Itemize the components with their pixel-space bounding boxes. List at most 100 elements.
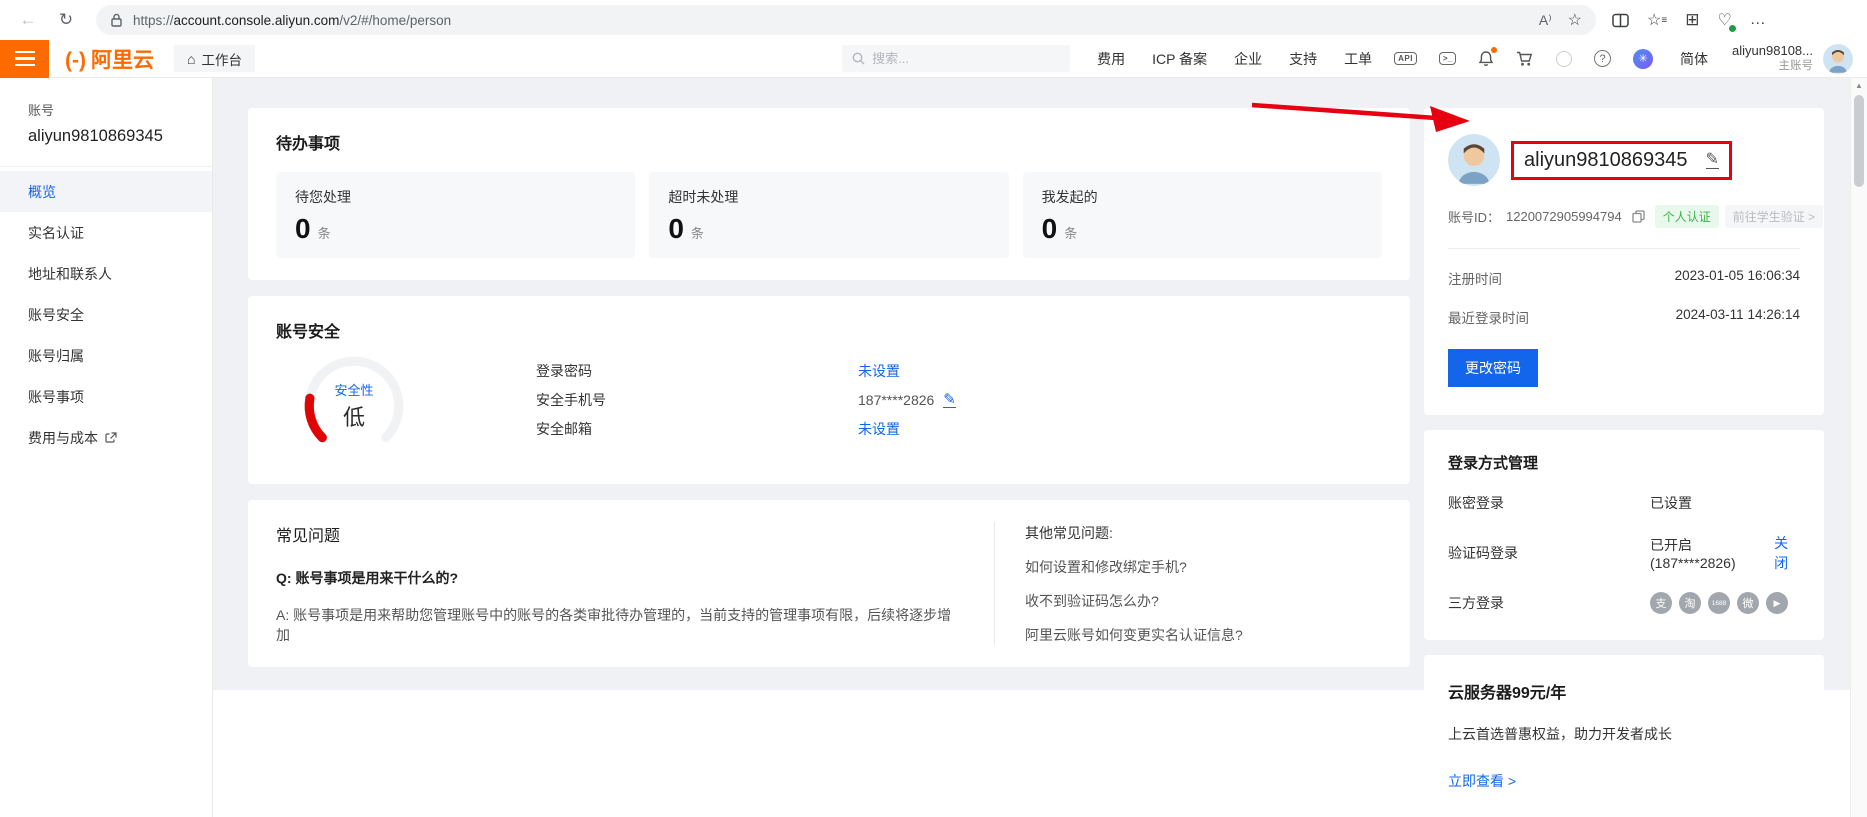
profile-divider	[1448, 248, 1800, 249]
collections-icon[interactable]: ⊞	[1685, 10, 1699, 30]
sidebar-group-label: 账号	[0, 100, 212, 119]
nav-account[interactable]: aliyun98108... 主账号	[1732, 43, 1813, 74]
alipay-icon[interactable]: 支	[1650, 592, 1672, 614]
nav-item-enterprise[interactable]: 企业	[1234, 49, 1262, 69]
nav-account-name: aliyun98108...	[1732, 43, 1813, 59]
page-scrollbar[interactable]: ▲	[1850, 78, 1867, 817]
aliyun-logo-mark: (-)	[65, 49, 86, 73]
login-row-thirdparty: 三方登录 支 淘 1688 微 ▶	[1448, 592, 1800, 614]
nav-item-ticket[interactable]: 工单	[1344, 49, 1372, 69]
app-body: 账号 aliyun9810869345 概览 实名认证 地址和联系人 账号安全 …	[0, 78, 1867, 817]
todo-count: 0	[295, 213, 311, 245]
security-row-password: 登录密码 未设置	[536, 356, 956, 385]
hamburger-menu-icon[interactable]	[0, 40, 49, 78]
login-row-smscode: 验证码登录 已开启(187****2826) 关闭	[1448, 533, 1800, 573]
change-password-button[interactable]: 更改密码	[1448, 349, 1538, 387]
read-aloud-icon[interactable]: A⁾	[1539, 12, 1552, 29]
workbench-button[interactable]: ⌂ 工作台	[174, 45, 255, 72]
sidebar-account-name: aliyun9810869345	[0, 119, 212, 166]
sidebar-item-matters[interactable]: 账号事项	[0, 376, 212, 417]
lock-icon	[110, 13, 123, 27]
aliyun-logo-text: 阿里云	[91, 44, 154, 74]
1688-icon[interactable]: 1688	[1708, 592, 1730, 614]
todo-card-overdue[interactable]: 超时未处理 0条	[649, 172, 1008, 258]
search-icon	[852, 52, 865, 65]
search-input[interactable]	[872, 51, 1042, 66]
annotation-box: aliyun9810869345 ✎	[1511, 141, 1732, 180]
profile-avatar[interactable]	[1448, 134, 1500, 186]
external-link-icon	[105, 432, 117, 444]
edit-name-icon[interactable]: ✎	[1706, 152, 1719, 169]
edit-phone-icon[interactable]: ✎	[943, 392, 956, 408]
back-icon[interactable]: ←	[14, 6, 42, 34]
last-login-row: 最近登录时间 2024-03-11 14:26:14	[1448, 307, 1800, 327]
taobao-icon[interactable]: 淘	[1679, 592, 1701, 614]
disable-smscode-link[interactable]: 关闭	[1774, 533, 1800, 573]
sidebar-item-contacts[interactable]: 地址和联系人	[0, 253, 212, 294]
faq-answer: A: 账号事项是用来帮助您管理账号中的账号的各类审批待办管理的，当前支持的管理事…	[276, 605, 964, 645]
aliyun-logo[interactable]: (-) 阿里云	[65, 44, 154, 74]
faq-divider	[994, 522, 995, 645]
account-id-label: 账号ID：	[1448, 207, 1500, 226]
todo-card-pending[interactable]: 待您处理 0条	[276, 172, 635, 258]
notification-bell-icon[interactable]	[1478, 50, 1494, 67]
content-area: 待办事项 待您处理 0条 超时未处理 0条 我发起的 0条	[213, 78, 1867, 817]
address-bar[interactable]: https://account.console.aliyun.com/v2/#/…	[96, 5, 1596, 35]
nav-account-role: 主账号	[1732, 59, 1813, 73]
security-row-email: 安全邮箱 未设置	[536, 414, 956, 443]
copy-icon[interactable]	[1632, 210, 1645, 223]
sidebar: 账号 aliyun9810869345 概览 实名认证 地址和联系人 账号安全 …	[0, 78, 213, 817]
aliyun-topnav: (-) 阿里云 ⌂ 工作台 费用 ICP 备案 企业 支持 工单 API >_ …	[0, 40, 1867, 78]
nav-item-icp[interactable]: ICP 备案	[1152, 49, 1207, 69]
sidebar-item-cost[interactable]: 费用与成本	[0, 417, 212, 458]
phone-value: 187****2826	[858, 392, 934, 408]
terminal-icon[interactable]: >_	[1439, 52, 1456, 65]
language-switcher[interactable]: 简体	[1680, 49, 1708, 69]
login-methods-card: 登录方式管理 账密登录 已设置 验证码登录 已开启(187****2826) 关…	[1424, 430, 1824, 640]
sidebar-item-overview[interactable]: 概览	[0, 171, 212, 212]
faq-link-change-realname[interactable]: 阿里云账号如何变更实名认证信息?	[1025, 625, 1243, 645]
api-icon[interactable]: API	[1394, 52, 1417, 65]
refresh-icon[interactable]: ↻	[52, 6, 80, 34]
app-star-icon[interactable]: ✳	[1633, 49, 1653, 69]
browser-menu-icon[interactable]: …	[1750, 11, 1767, 29]
faq-link-no-code[interactable]: 收不到验证码怎么办?	[1025, 591, 1243, 611]
sidebar-item-ownership[interactable]: 账号归属	[0, 335, 212, 376]
laiwang-icon[interactable]: ▶	[1766, 592, 1788, 614]
todo-count: 0	[668, 213, 684, 245]
favorite-star-icon[interactable]: ☆	[1568, 10, 1582, 30]
browser-essentials-icon[interactable]: ♡	[1717, 10, 1731, 30]
security-gauge: 安全性 低	[298, 350, 410, 462]
sidebar-item-security[interactable]: 账号安全	[0, 294, 212, 335]
verified-badge[interactable]: 个人认证	[1655, 205, 1719, 228]
cart-icon[interactable]	[1516, 51, 1534, 67]
nav-item-support[interactable]: 支持	[1289, 49, 1317, 69]
weibo-icon[interactable]: 微	[1737, 592, 1759, 614]
faq-question: Q: 账号事项是用来干什么的?	[276, 568, 964, 588]
aliyun-account-console: { "browser": { "url_scheme": "https://",…	[0, 0, 1867, 817]
help-icon[interactable]: ?	[1594, 50, 1611, 67]
scroll-up-icon[interactable]: ▲	[1851, 78, 1867, 94]
favorites-bar-icon[interactable]: ☆≡	[1647, 10, 1667, 30]
login-methods-title: 登录方式管理	[1448, 452, 1800, 473]
split-screen-icon[interactable]	[1612, 13, 1629, 28]
todo-count: 0	[1042, 213, 1058, 245]
set-email-link[interactable]: 未设置	[858, 419, 900, 439]
nav-item-billing[interactable]: 费用	[1097, 49, 1125, 69]
lightbulb-icon[interactable]	[1556, 51, 1572, 67]
promo-cta-link[interactable]: 立即查看 >	[1448, 771, 1516, 791]
promo-title: 云服务器99元/年	[1448, 679, 1800, 703]
todo-title: 待办事项	[276, 130, 1382, 154]
student-verify-badge[interactable]: 前往学生验证 >	[1725, 205, 1823, 228]
login-row-password: 账密登录 已设置	[1448, 492, 1800, 514]
faq-link-bind-phone[interactable]: 如何设置和修改绑定手机?	[1025, 557, 1243, 577]
home-icon: ⌂	[187, 51, 195, 67]
todo-card-initiated[interactable]: 我发起的 0条	[1023, 172, 1382, 258]
notification-dot	[1491, 47, 1497, 53]
search-box[interactable]	[842, 45, 1070, 72]
sidebar-item-realname[interactable]: 实名认证	[0, 212, 212, 253]
set-password-link[interactable]: 未设置	[858, 361, 900, 381]
faq-other-title: 其他常见问题:	[1025, 523, 1243, 543]
nav-avatar[interactable]	[1823, 44, 1853, 74]
scrollbar-thumb[interactable]	[1854, 95, 1864, 187]
